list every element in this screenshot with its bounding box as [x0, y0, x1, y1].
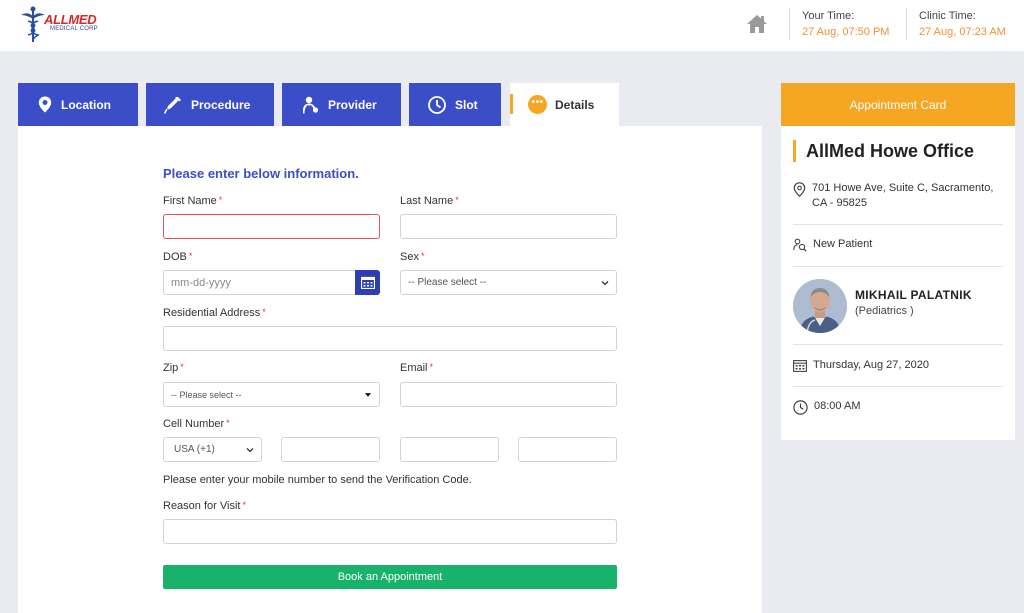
sex-label: Sex *	[400, 251, 425, 263]
email-input[interactable]	[400, 382, 617, 407]
tab-label: Slot	[455, 97, 478, 112]
reason-input[interactable]	[163, 519, 617, 544]
clock-icon	[793, 400, 808, 415]
clinic-time-value: 27 Aug, 07:23 AM	[919, 26, 1006, 38]
country-code-select[interactable]: USA (+1)	[163, 437, 262, 462]
tab-procedure[interactable]: Procedure	[146, 83, 274, 126]
cell-prefix-input[interactable]	[400, 437, 499, 462]
dob-label: DOB *	[163, 251, 193, 263]
doctor-icon	[303, 96, 319, 114]
sex-select[interactable]: -- Please select --	[400, 270, 617, 295]
doctor-name: MIKHAIL PALATNIK	[855, 288, 972, 302]
first-name-input[interactable]	[163, 214, 380, 239]
header-divider	[906, 8, 907, 40]
tab-details[interactable]: ••• Details	[510, 83, 619, 126]
allmed-logo[interactable]: ALLMED MEDICAL CORP	[20, 6, 98, 44]
tab-label: Provider	[328, 97, 377, 112]
country-code-value: USA (+1)	[174, 444, 215, 455]
your-time-value: 27 Aug, 07:50 PM	[802, 26, 890, 38]
map-pin-icon	[38, 96, 52, 113]
card-divider	[793, 344, 1003, 345]
your-time-label: Your Time:	[802, 10, 855, 22]
cell-area-code-input[interactable]	[281, 437, 380, 462]
tab-label: Procedure	[191, 97, 251, 112]
last-name-label: Last Name *	[400, 195, 459, 207]
tab-label: Location	[61, 97, 111, 112]
patient-type: New Patient	[793, 238, 872, 252]
calendar-icon	[793, 360, 807, 372]
caret-down-icon	[365, 393, 371, 397]
calendar-icon	[360, 276, 375, 289]
map-pin-icon	[793, 182, 806, 197]
appointment-date-text: Thursday, Aug 27, 2020	[813, 359, 929, 371]
form-heading: Please enter below information.	[163, 166, 359, 181]
active-tab-indicator	[510, 94, 513, 114]
address-input[interactable]	[163, 326, 617, 351]
home-icon[interactable]	[745, 13, 769, 35]
dob-input[interactable]: mm-dd-yyyy	[163, 270, 356, 295]
zip-select[interactable]: -- Please select --	[163, 382, 380, 407]
more-dots-icon: •••	[528, 95, 547, 114]
caduceus-icon	[21, 6, 45, 42]
sex-select-value: -- Please select --	[408, 277, 487, 288]
logo-wordmark: ALLMED	[44, 12, 97, 27]
cell-number-label: Cell Number *	[163, 418, 230, 430]
tab-slot[interactable]: Slot	[409, 83, 501, 126]
tab-provider[interactable]: Provider	[282, 83, 401, 126]
clock-icon	[428, 95, 446, 114]
logo-subtitle: MEDICAL CORP	[50, 26, 98, 32]
book-appointment-button[interactable]: Book an Appointment	[163, 565, 617, 589]
office-address: 701 Howe Ave, Suite C, Sacramento, CA - …	[793, 181, 1005, 211]
last-name-input[interactable]	[400, 214, 617, 239]
zip-select-value: -- Please select --	[171, 389, 242, 400]
appointment-time: 08:00 AM	[793, 400, 860, 415]
tab-label: Details	[555, 97, 595, 112]
chevron-down-icon	[246, 448, 254, 453]
card-divider	[793, 386, 1003, 387]
chevron-down-icon	[601, 281, 609, 286]
card-divider	[793, 224, 1003, 225]
top-bar: ALLMED MEDICAL CORP Your Time: 27 Aug, 0…	[0, 0, 1024, 51]
calendar-button[interactable]	[355, 270, 380, 295]
office-address-text: 701 Howe Ave, Suite C, Sacramento, CA - …	[812, 182, 994, 209]
reason-label: Reason for Visit *	[163, 500, 246, 512]
patient-type-text: New Patient	[813, 238, 873, 250]
appointment-card-header: Appointment Card	[781, 83, 1015, 126]
patient-search-icon	[793, 238, 807, 252]
appointment-date: Thursday, Aug 27, 2020	[793, 359, 929, 372]
first-name-label: First Name *	[163, 195, 223, 207]
tab-location[interactable]: Location	[18, 83, 138, 126]
clinic-time-label: Clinic Time:	[919, 10, 976, 22]
doctor-specialty: (Pediatrics )	[855, 305, 914, 317]
clinic-time: Clinic Time: 27 Aug, 07:23 AM	[919, 10, 1006, 38]
address-label: Residential Address *	[163, 307, 266, 319]
header-divider	[789, 8, 790, 40]
appointment-time-text: 08:00 AM	[814, 400, 861, 412]
cell-line-number-input[interactable]	[518, 437, 617, 462]
doctor-avatar	[793, 279, 847, 333]
your-time: Your Time: 27 Aug, 07:50 PM	[802, 10, 889, 38]
syringe-icon	[164, 96, 181, 114]
email-label: Email *	[400, 362, 434, 374]
zip-label: Zip *	[163, 362, 184, 374]
office-name: AllMed Howe Office	[793, 140, 974, 162]
card-divider	[793, 266, 1003, 267]
cell-verification-note: Please enter your mobile number to send …	[163, 474, 472, 486]
